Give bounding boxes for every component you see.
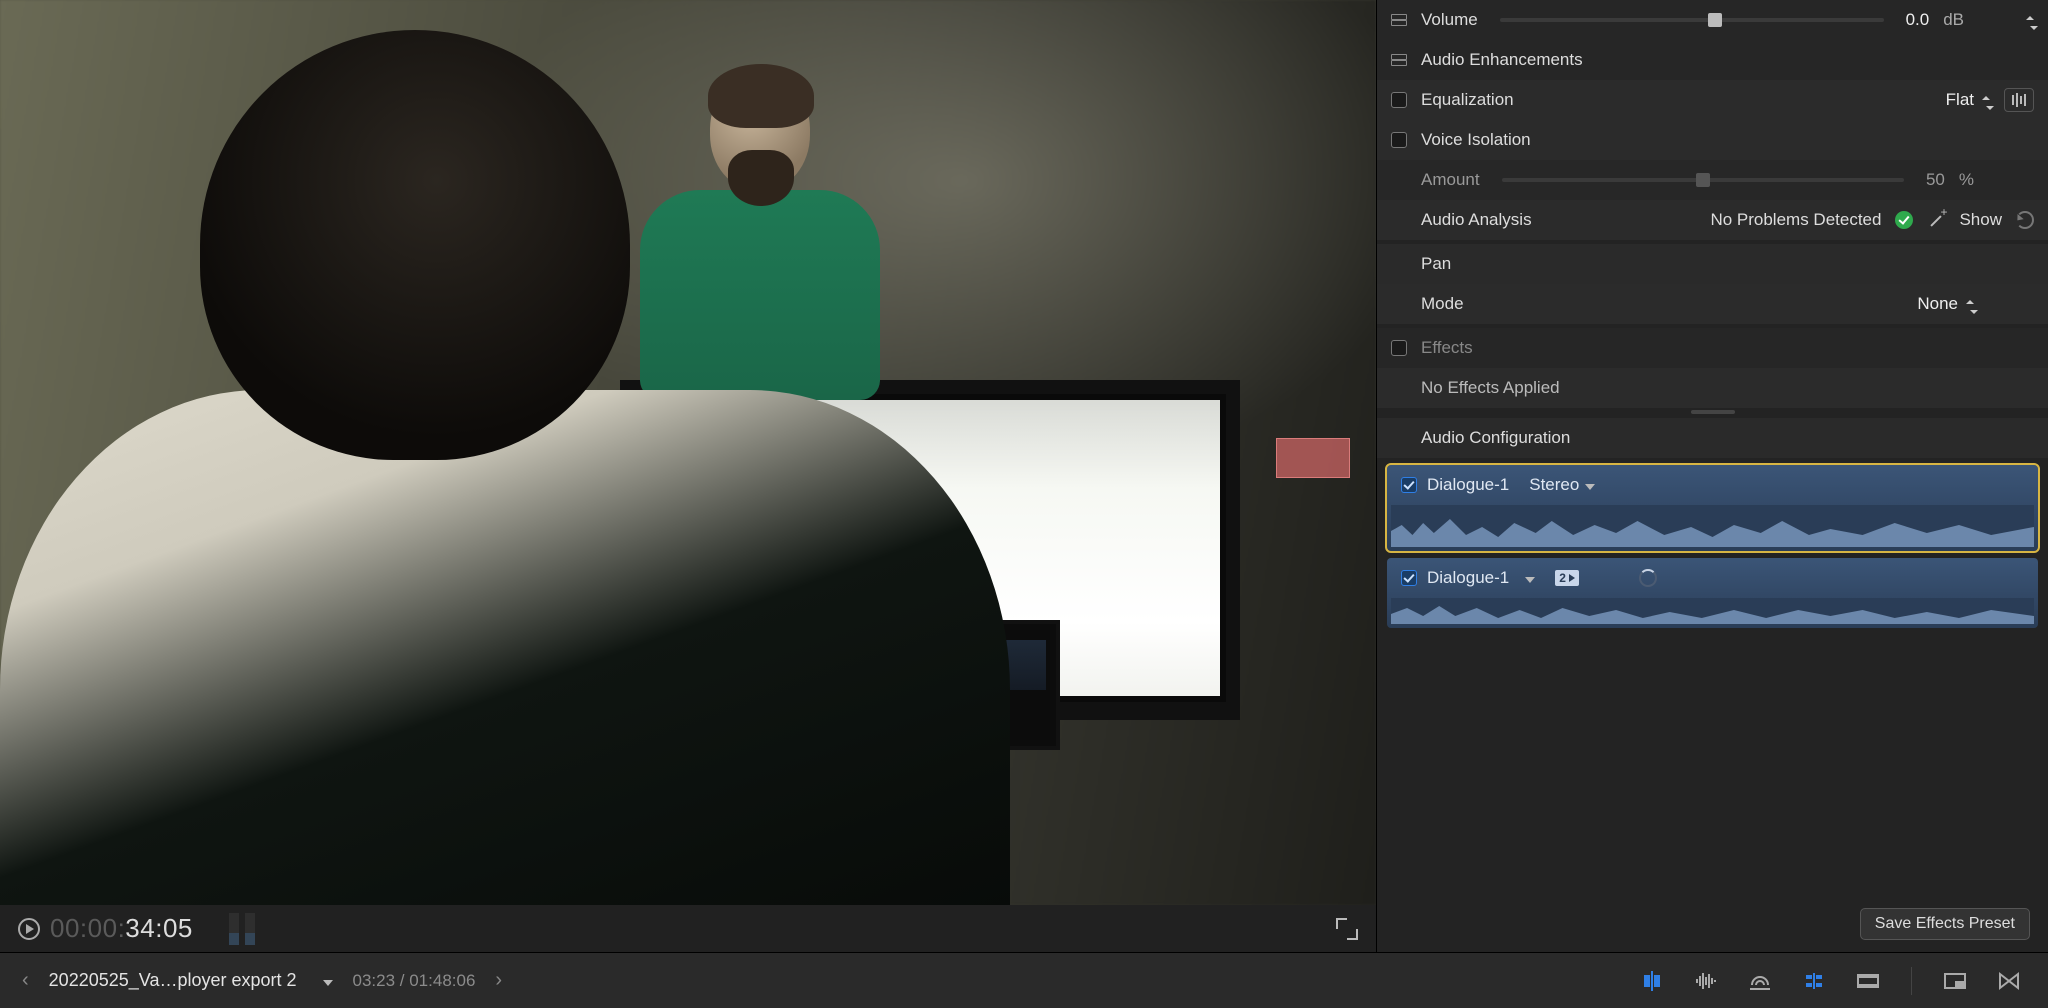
pan-mode-label: Mode — [1421, 294, 1464, 314]
solo-icon[interactable] — [1743, 968, 1777, 994]
track-2-channel-badge: 2 — [1555, 570, 1579, 586]
audio-analysis-label: Audio Analysis — [1421, 210, 1532, 230]
track-2-expand-icon[interactable] — [1519, 568, 1535, 588]
pane-resize-handle[interactable] — [1691, 410, 1735, 414]
timecode-main: 34:05 — [125, 913, 193, 943]
equalization-editor-button[interactable] — [2004, 88, 2034, 112]
equalization-preset[interactable]: Flat — [1946, 90, 1990, 110]
track-1-waveform — [1391, 505, 2034, 547]
volume-value: 0.0 — [1906, 10, 1930, 30]
play-icon[interactable] — [18, 918, 40, 940]
voice-isolation-checkbox[interactable] — [1391, 132, 1407, 148]
equalization-checkbox[interactable] — [1391, 92, 1407, 108]
track-2-checkbox[interactable] — [1401, 570, 1417, 586]
track-1-format[interactable]: Stereo — [1529, 475, 1595, 495]
volume-slider[interactable] — [1500, 18, 1884, 22]
pan-label: Pan — [1421, 254, 1451, 274]
effects-checkbox[interactable] — [1391, 340, 1407, 356]
audio-skimmer-icon[interactable] — [1689, 968, 1723, 994]
voice-isolation-label: Voice Isolation — [1421, 130, 1531, 150]
audio-analysis-status: No Problems Detected — [1710, 210, 1881, 230]
fullscreen-icon[interactable] — [1336, 918, 1358, 940]
clip-duration: 03:23 / 01:48:06 — [353, 971, 476, 991]
skimmer-icon[interactable] — [1635, 968, 1669, 994]
next-clip-icon[interactable]: › — [495, 969, 502, 992]
effects-label: Effects — [1421, 338, 1473, 358]
track-2-spinner-icon — [1639, 569, 1657, 587]
timecode[interactable]: 00:00:34:05 — [50, 913, 193, 944]
check-ok-icon — [1895, 211, 1913, 229]
clip-name-menu-icon[interactable] — [317, 970, 333, 991]
pip-icon[interactable] — [1938, 968, 1972, 994]
volume-section-icon — [1391, 14, 1407, 26]
volume-unit: dB — [1943, 10, 1964, 30]
audio-configuration-label: Audio Configuration — [1421, 428, 1570, 448]
audio-track-1[interactable]: Dialogue-1 Stereo — [1387, 465, 2038, 551]
amount-label: Amount — [1421, 170, 1480, 190]
filmstrip-icon[interactable] — [1851, 968, 1885, 994]
audio-track-2[interactable]: Dialogue-1 2 — [1387, 558, 2038, 628]
amount-value: 50 — [1926, 170, 1945, 190]
timecode-dim: 00:00: — [50, 913, 125, 943]
clip-name[interactable]: 20220525_Va…ployer export 2 — [49, 970, 297, 991]
reset-icon[interactable] — [2016, 211, 2034, 229]
prev-clip-icon[interactable]: ‹ — [22, 969, 29, 992]
track-2-name: Dialogue-1 — [1427, 568, 1509, 588]
magic-wand-icon[interactable] — [1927, 211, 1945, 229]
audio-enhancements-label: Audio Enhancements — [1421, 50, 1583, 70]
audio-analysis-show[interactable]: Show — [1959, 210, 2002, 230]
volume-stepper-icon[interactable] — [2022, 10, 2034, 30]
snapping-icon[interactable] — [1797, 968, 1831, 994]
equalization-label: Equalization — [1421, 90, 1514, 110]
selection-overlay — [1276, 438, 1350, 478]
video-frame — [0, 0, 1376, 905]
audio-meters — [229, 913, 255, 945]
bottom-bar: ‹ 20220525_Va…ployer export 2 03:23 / 01… — [0, 952, 2048, 1008]
volume-label: Volume — [1421, 10, 1478, 30]
pan-mode-value[interactable]: None — [1917, 294, 1974, 314]
track-1-name: Dialogue-1 — [1427, 475, 1509, 495]
save-effects-preset-button[interactable]: Save Effects Preset — [1860, 908, 2030, 940]
no-effects-label: No Effects Applied — [1421, 378, 1560, 398]
amount-slider[interactable] — [1502, 178, 1904, 182]
track-2-waveform — [1391, 598, 2034, 624]
loop-icon[interactable] — [1992, 968, 2026, 994]
viewer[interactable] — [0, 0, 1376, 905]
track-1-checkbox[interactable] — [1401, 477, 1417, 493]
enhancements-section-icon — [1391, 54, 1407, 66]
audio-inspector: Volume 0.0 dB Audio Enhancements Equaliz… — [1376, 0, 2048, 952]
amount-unit: % — [1959, 170, 1974, 190]
